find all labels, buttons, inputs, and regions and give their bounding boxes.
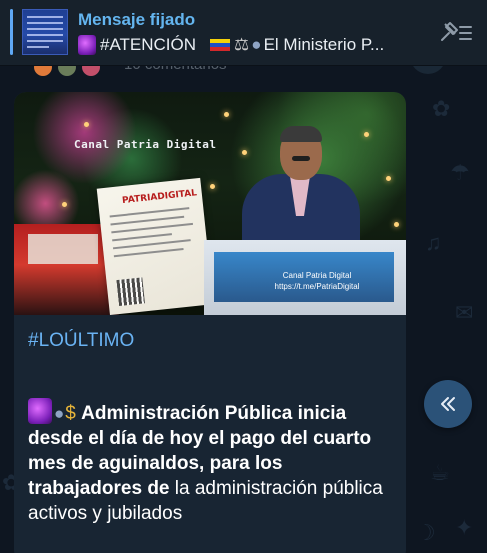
- channel-message[interactable]: PATRIADIGITAL Canal Patria Digital Canal…: [14, 92, 406, 553]
- photo-caption-line1: Canal Patria Digital: [282, 271, 352, 280]
- crystal-ball-icon: [28, 398, 52, 424]
- photo-caption-link: https://t.me/PatriaDigital: [274, 282, 360, 291]
- double-chevron-left-icon: [441, 397, 455, 411]
- qr-code: [116, 277, 145, 306]
- pinned-preview-text: El Ministerio P...: [263, 35, 385, 54]
- venezuela-flag-icon: [210, 39, 231, 51]
- document-image: PATRIADIGITAL: [96, 177, 214, 315]
- channel-logo-text: Canal Patria Digital: [74, 138, 217, 151]
- document-title: PATRIADIGITAL: [121, 188, 198, 207]
- photo-caption: Canal Patria Digital https://t.me/Patria…: [262, 270, 372, 292]
- speaking-head-icon: ●: [251, 35, 262, 54]
- chat-screen: ✿ ☂ ♫ ✉ ☕ ✦ ☽ ✿ 10 comentarios Mensaje f…: [0, 0, 487, 553]
- pinned-preview: #ATENCIÓN ⚖ ● El Ministerio P...: [78, 35, 418, 55]
- crystal-ball-icon: [78, 35, 96, 55]
- unpin-list-icon[interactable]: [439, 18, 473, 48]
- scales-icon: ⚖: [234, 35, 250, 54]
- speaking-head-icon: ●: [54, 404, 65, 423]
- money-bag-icon: $: [65, 403, 76, 424]
- pinned-preview-hashtag: #ATENCIÓN: [100, 35, 197, 54]
- message-photo[interactable]: PATRIADIGITAL Canal Patria Digital Canal…: [14, 92, 406, 315]
- pinned-message-bar[interactable]: Mensaje fijado #ATENCIÓN ⚖ ● El Minister…: [0, 0, 487, 66]
- message-text: ●$ Administración Pública inicia desde e…: [28, 398, 396, 526]
- pinned-indicator: [10, 9, 13, 55]
- hashtag-link[interactable]: #LOÚLTIMO: [28, 330, 134, 352]
- scroll-to-bottom-button[interactable]: [424, 380, 472, 428]
- pinned-title: Mensaje fijado: [78, 10, 196, 29]
- pinned-thumbnail: [22, 9, 68, 55]
